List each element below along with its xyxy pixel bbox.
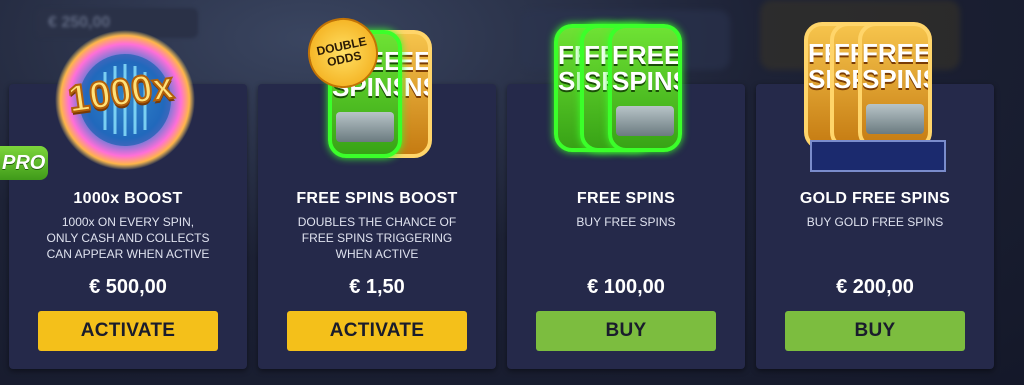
free-spins-icon: FREE SPINS FREE SPINS FREE SPINS [550, 24, 700, 164]
card-description: BUY FREE SPINS [576, 215, 676, 229]
card-title: 1000x BOOST [73, 190, 183, 207]
boost-orb-icon: 1000x [50, 22, 200, 172]
free-spins-card-text: FREE SPINS [612, 40, 682, 96]
free-spins-card-green: FREE SPINS [608, 24, 682, 152]
reel-strip [810, 140, 946, 172]
card-price: € 1,50 [349, 276, 405, 298]
boat-icon [336, 112, 394, 142]
activate-button[interactable]: ACTIVATE [287, 311, 467, 351]
free-spins-boost-icon: FREE SPINS FREE SPINS DOUBLE ODDS [300, 11, 460, 168]
boat-icon [866, 104, 924, 134]
pro-tag[interactable]: PRO [0, 146, 48, 180]
card-price: € 200,00 [836, 276, 914, 298]
card-description: 1000x ON EVERY SPIN, ONLY CASH AND COLLE… [46, 215, 210, 261]
free-spins-card-text: FREE SPINS [862, 38, 932, 94]
card-title: FREE SPINS [576, 190, 676, 207]
boat-icon [616, 106, 674, 136]
buy-button[interactable]: BUY [536, 311, 716, 351]
buy-button[interactable]: BUY [785, 311, 965, 351]
card-title: GOLD FREE SPINS [799, 190, 951, 207]
card-description: BUY GOLD FREE SPINS [806, 215, 944, 229]
card-description: DOUBLES THE CHANCE OF FREE SPINS TRIGGER… [297, 215, 457, 261]
double-odds-text: DOUBLE ODDS [315, 34, 368, 70]
card-price: € 500,00 [89, 276, 167, 298]
card-title: FREE SPINS BOOST [296, 190, 458, 207]
card-price: € 100,00 [587, 276, 665, 298]
free-spins-card-gold: FREE SPINS [858, 22, 932, 150]
gold-free-spins-icon: FREE SPINS FREE SPINS FREE SPINS [800, 22, 950, 172]
activate-button[interactable]: ACTIVATE [38, 311, 218, 351]
